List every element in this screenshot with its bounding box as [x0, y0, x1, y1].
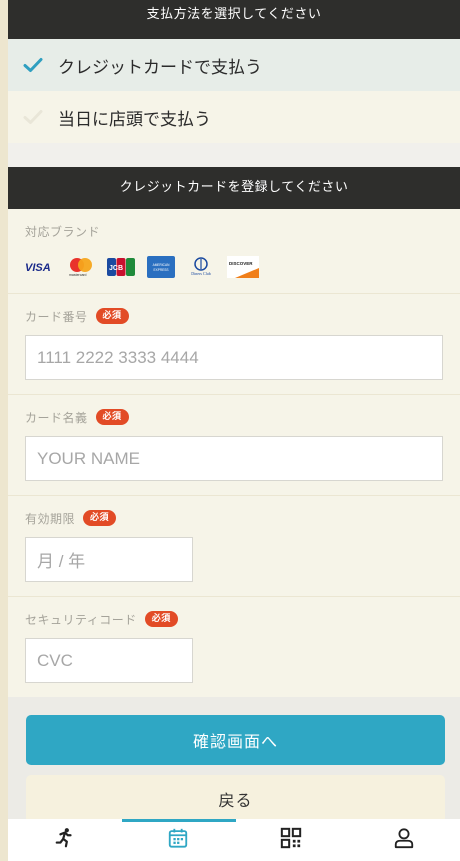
security-code-placeholder: CVC [37, 650, 73, 670]
svg-text:mastercard: mastercard [69, 273, 87, 277]
card-name-placeholder: YOUR NAME [37, 448, 140, 468]
diners-club-logo: Diners Club [187, 256, 215, 278]
card-number-block: カード番号 必須 1111 2222 3333 4444 [8, 294, 460, 395]
qr-code-icon [280, 827, 302, 853]
active-tab-indicator [122, 819, 236, 822]
running-icon [54, 827, 76, 853]
discover-logo: DISCOVER [227, 256, 259, 278]
required-badge: 必須 [144, 611, 178, 627]
confirm-button-label: 確認画面へ [192, 732, 278, 751]
security-code-input[interactable]: CVC [25, 638, 193, 683]
card-number-label: カード番号 [25, 309, 88, 324]
tab-activity[interactable] [35, 819, 95, 861]
pay-option-label: 当日に店頭で支払う [58, 109, 211, 130]
expiry-input[interactable]: 月 / 年 [25, 537, 193, 582]
action-buttons: 確認画面へ 戻る [8, 697, 460, 831]
user-icon [393, 827, 415, 853]
pay-option-in-store[interactable]: 当日に店頭で支払う [8, 91, 460, 143]
back-button[interactable]: 戻る [26, 775, 445, 823]
amex-logo: AMERICAN EXPRESS [147, 256, 175, 278]
brands-label: 対応ブランド [25, 224, 101, 239]
payment-screen: 支払方法を選択してください クレジットカードで支払う 当日に店頭で支払う クレジ… [8, 0, 460, 861]
bottom-tab-bar [8, 819, 460, 861]
pay-option-label: クレジットカードで支払う [58, 57, 262, 78]
confirm-button[interactable]: 確認画面へ [26, 715, 445, 765]
svg-text:DISCOVER: DISCOVER [229, 261, 253, 266]
left-edge-strip [0, 0, 8, 861]
svg-text:JCB: JCB [109, 265, 123, 272]
visa-logo: VISA [25, 260, 55, 274]
payment-method-title: 支払方法を選択してください [146, 7, 322, 22]
svg-text:AMERICAN: AMERICAN [153, 263, 171, 267]
checkmark-icon [22, 54, 44, 76]
back-button-label: 戻る [218, 791, 253, 810]
card-form: 対応ブランド VISA mastercard JCB AMERICAN EXPRE… [8, 209, 460, 697]
payment-method-header: 支払方法を選択してください [8, 0, 460, 39]
tab-qr[interactable] [261, 819, 321, 861]
expiry-block: 有効期限 必須 月 / 年 [8, 496, 460, 597]
card-name-block: カード名義 必須 YOUR NAME [8, 395, 460, 496]
brand-logos: VISA mastercard JCB AMERICAN EXPRESS Dine… [25, 255, 444, 279]
svg-text:Diners Club: Diners Club [191, 271, 210, 276]
card-name-label: カード名義 [25, 410, 88, 425]
expiry-placeholder: 月 / 年 [37, 552, 86, 571]
tab-calendar[interactable] [148, 819, 208, 861]
pay-option-credit-card[interactable]: クレジットカードで支払う [8, 39, 460, 91]
required-badge: 必須 [95, 409, 129, 425]
card-form-title: クレジットカードを登録してください [119, 180, 349, 195]
card-number-input[interactable]: 1111 2222 3333 4444 [25, 335, 443, 380]
required-badge: 必須 [95, 308, 129, 324]
card-form-header: クレジットカードを登録してください [8, 167, 460, 209]
expiry-label: 有効期限 [25, 511, 76, 526]
tab-account[interactable] [374, 819, 434, 861]
svg-text:VISA: VISA [25, 262, 51, 274]
calendar-icon [167, 827, 189, 853]
jcb-logo: JCB [107, 258, 135, 276]
security-code-label: セキュリティコード [25, 612, 137, 627]
required-badge: 必須 [83, 510, 117, 526]
security-code-block: セキュリティコード 必須 CVC [8, 597, 460, 697]
card-name-input[interactable]: YOUR NAME [25, 436, 443, 481]
svg-text:EXPRESS: EXPRESS [153, 268, 168, 272]
mastercard-logo: mastercard [67, 257, 95, 277]
brands-block: 対応ブランド VISA mastercard JCB AMERICAN EXPRE… [8, 209, 460, 294]
checkmark-icon [22, 106, 44, 128]
card-number-placeholder: 1111 2222 3333 4444 [37, 347, 199, 367]
